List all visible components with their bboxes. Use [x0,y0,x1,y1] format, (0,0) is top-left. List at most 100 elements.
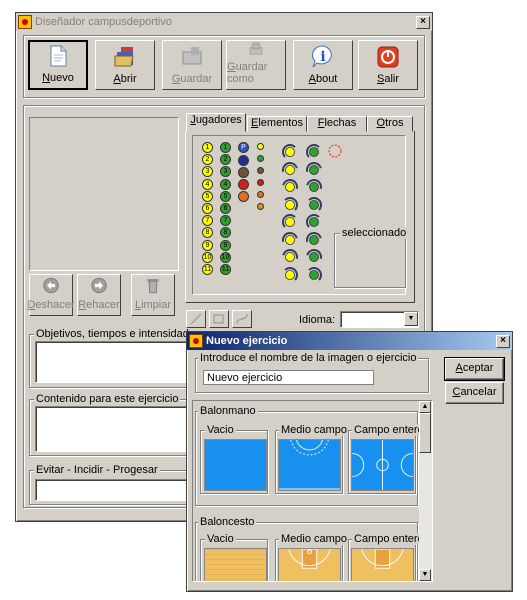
baloncesto-entero-court[interactable] [351,548,414,582]
baloncesto-vacio-court[interactable] [204,548,267,581]
oriented-yellow-player-8[interactable] [281,266,299,283]
rect-tool-button[interactable] [209,310,229,328]
yellow-player-ball-11[interactable]: 11 [202,264,213,275]
oriented-yellow-player-6[interactable] [281,231,299,248]
deshacer-button[interactable]: Deshacer [27,274,75,316]
green-player-ball-4[interactable]: 4 [220,178,231,190]
oriented-green-player-7[interactable] [305,249,323,265]
rehacer-button[interactable]: Rehacer [77,274,121,316]
small-orange-ball-2[interactable] [257,203,264,210]
evitar-textarea[interactable] [35,479,189,501]
baloncesto-medio-label: Medio campo [279,533,350,545]
small-yellow-ball[interactable] [257,143,264,150]
oriented-green-player-8[interactable] [305,266,323,283]
yellow-player-ball-9[interactable]: 9 [202,239,213,251]
scroll-thumb[interactable] [419,413,431,453]
oriented-green-player-3[interactable] [305,179,323,195]
preview-canvas [29,117,179,271]
curve-icon [236,313,248,325]
aceptar-hotkey: A [455,362,463,374]
limpiar-button[interactable]: Limpiar [131,274,175,316]
rehacer-hotkey: R [78,299,87,311]
dialog-close-button[interactable]: × [496,334,510,348]
guardar-como-button[interactable]: Guardar como [226,40,286,90]
yellow-player-ball-6[interactable]: 6 [202,203,213,214]
red-ball[interactable] [238,179,249,190]
guardar-button[interactable]: Guardar [162,40,222,90]
chevron-down-icon: ▼ [407,315,415,322]
scroll-down-button[interactable]: ▼ [419,569,431,581]
green-player-ball-11[interactable]: 11 [220,264,231,275]
red-circle-icon[interactable] [327,143,343,159]
cancelar-button[interactable]: Cancelar [445,382,504,404]
oriented-green-player-1[interactable] [305,144,323,160]
objetivos-label: Objetivos, tiempos e intensidades [34,328,203,340]
contenido-textarea[interactable] [35,406,189,452]
line-tool-button[interactable] [186,310,206,328]
tab-elementos[interactable]: Elementos [247,116,307,132]
oriented-green-player-4[interactable] [305,196,323,213]
yellow-player-ball-5[interactable]: 5 [202,190,213,202]
evitar-label: Evitar - Incidir - Progesar [34,464,160,476]
salir-button[interactable]: Salir [358,40,418,90]
baloncesto-vacio-label: Vacio [205,533,236,545]
nuevo-label: uevo [50,72,74,84]
abrir-hotkey: A [113,73,121,85]
baloncesto-entero-label: Campo entero [352,533,426,545]
small-green-ball[interactable] [257,155,264,162]
objetivos-textarea[interactable] [35,341,189,383]
oriented-green-player-6[interactable] [305,231,323,248]
yellow-player-ball-1[interactable]: 1 [202,142,213,153]
green-player-ball-9[interactable]: 9 [220,239,231,251]
balonmano-medio-court[interactable] [278,439,341,491]
oriented-green-player-2[interactable] [305,161,323,178]
green-player-ball-10[interactable]: 10 [220,251,231,263]
main-close-button[interactable]: × [416,15,430,29]
limpiar-label: impiar [141,299,172,311]
green-player-ball-1[interactable]: 1 [220,142,231,153]
orange-ball[interactable] [238,191,249,202]
name-input[interactable] [203,370,374,385]
yellow-player-ball-4[interactable]: 4 [202,178,213,190]
yellow-player-ball-10[interactable]: 10 [202,251,213,263]
idioma-dropdown-button[interactable]: ▼ [404,312,418,326]
nuevo-button[interactable]: Nuevo [28,40,88,90]
tab-flechas[interactable]: Flechas [307,116,367,132]
oriented-yellow-player-3[interactable] [281,179,299,195]
tab-jugadores[interactable]: Jugadores [186,113,246,132]
small-red-ball[interactable] [257,179,264,186]
scroll-up-button[interactable]: ▲ [419,401,431,413]
balonmano-medio-label: Medio campo [279,424,350,436]
green-player-ball-5[interactable]: 5 [220,190,231,202]
oriented-green-player-5[interactable] [305,214,323,230]
brown-ball[interactable] [238,167,249,178]
small-orange-ball[interactable] [257,191,264,198]
oriented-yellow-player-1[interactable] [281,144,299,160]
player-p-ball[interactable]: P [238,142,249,153]
sports-scroll-area: Balonmano Vacio Medio campo Campo entero… [192,400,433,582]
about-label: bout [315,73,338,85]
baloncesto-label: Baloncesto [198,516,257,528]
main-titlebar: Diseñador campusdeportivo × [16,13,432,31]
blue-ball[interactable] [238,155,249,166]
about-button[interactable]: i About [293,40,353,90]
oriented-yellow-player-4[interactable] [281,196,299,213]
small-brown-ball[interactable] [257,167,264,174]
idioma-select[interactable]: ▼ [340,311,419,328]
abrir-button[interactable]: Abrir [95,40,155,90]
new-file-icon [50,45,67,67]
balonmano-vacio-court[interactable] [204,439,267,491]
green-player-ball-6[interactable]: 6 [220,203,231,214]
curve-tool-button[interactable] [232,310,252,328]
aceptar-button[interactable]: Aceptar [444,357,505,381]
oriented-yellow-player-7[interactable] [281,249,299,265]
cancelar-label: ancelar [460,386,497,398]
oriented-yellow-player-2[interactable] [281,161,299,178]
oriented-yellow-player-5[interactable] [281,214,299,230]
tab-otros[interactable]: Otros [367,116,413,132]
vertical-scrollbar[interactable]: ▲ ▼ [419,401,432,581]
baloncesto-medio-court[interactable] [278,548,341,582]
open-folder-icon [114,47,134,67]
about-hotkey: A [308,73,316,85]
balonmano-entero-court[interactable] [351,439,414,491]
